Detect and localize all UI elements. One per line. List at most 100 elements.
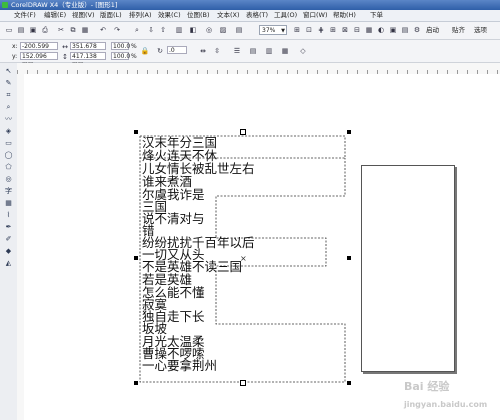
- polygon-tool-icon[interactable]: ⬠: [4, 163, 13, 172]
- watermark-url: jingyan.baidu.com: [404, 400, 488, 409]
- property-bar: x: -200.599 mm y: 152.096 mm ↔ 351.678 m…: [0, 40, 500, 68]
- ellipse-tool-icon[interactable]: ◯: [4, 151, 13, 160]
- mirror-horizontal-icon[interactable]: ⇹: [198, 46, 208, 56]
- shape-tool-icon[interactable]: ✎: [4, 79, 13, 88]
- view-manager-icon[interactable]: ▣: [388, 25, 398, 35]
- menu-file[interactable]: 文件(F): [14, 10, 36, 21]
- height-icon: ↕: [62, 53, 68, 61]
- to-back-icon[interactable]: ▦: [280, 46, 290, 56]
- title-bar: CorelDRAW X4（专业版）- [图形1]: [0, 0, 500, 10]
- outline-pen-icon[interactable]: ✐: [4, 235, 13, 244]
- menu-table[interactable]: 表格(T): [246, 10, 268, 21]
- menu-tools[interactable]: 工具(O): [274, 10, 297, 21]
- options-button[interactable]: 选项: [474, 25, 487, 35]
- print-icon[interactable]: ⎙: [40, 25, 50, 35]
- poem-line: 一心要拿荆州: [142, 358, 218, 373]
- baidu-jingyan-watermark: Bai 经验 jingyan.baidu.com: [402, 372, 498, 418]
- scale-y-input[interactable]: 100.0: [111, 52, 130, 60]
- menu-effects[interactable]: 效果(C): [158, 10, 181, 21]
- x-position-input[interactable]: -200.599 mm: [20, 42, 58, 58]
- menu-help[interactable]: 帮助(H): [333, 10, 356, 21]
- window-title: CorelDRAW X4（专业版）- [图形1]: [11, 1, 118, 9]
- snap-grid-icon[interactable]: ⋕: [316, 25, 326, 35]
- lock-ratio-icon[interactable]: 🔒: [140, 46, 150, 56]
- page-border: [361, 165, 455, 372]
- rotation-input[interactable]: .0: [167, 46, 187, 54]
- pick-tool-icon[interactable]: ↖: [4, 67, 13, 76]
- menu-bar: 文件(F) 编辑(E) 视图(V) 版面(L) 排列(A) 效果(C) 位图(B…: [0, 10, 500, 22]
- zoom-level-value: 37%: [262, 27, 276, 34]
- welcome-screen-icon[interactable]: ◧: [188, 25, 198, 35]
- crop-tool-icon[interactable]: ⌗: [4, 91, 13, 100]
- redo-icon[interactable]: ↷: [112, 25, 122, 35]
- corel-online-icon[interactable]: ◎: [204, 25, 214, 35]
- menu-layout[interactable]: 版面(L): [100, 10, 122, 21]
- interactive-fill-icon[interactable]: ◭: [4, 259, 13, 268]
- selection-handle-bottom-left[interactable]: [134, 381, 138, 385]
- menu-text[interactable]: 文本(X): [217, 10, 240, 21]
- selection-handle-bottom-right[interactable]: [347, 381, 351, 385]
- text-tool-icon[interactable]: 字: [4, 187, 13, 196]
- zoom-to-page-icon[interactable]: ⊞: [292, 25, 302, 35]
- to-front-icon[interactable]: ▥: [264, 46, 274, 56]
- import-icon[interactable]: ⇩: [146, 25, 156, 35]
- save-icon[interactable]: ▣: [28, 25, 38, 35]
- menu-window[interactable]: 窗口(W): [303, 10, 328, 21]
- scale-y-percent: %: [131, 53, 137, 60]
- new-document-icon[interactable]: ▭: [4, 25, 14, 35]
- layers-icon[interactable]: ▤: [400, 25, 410, 35]
- smart-fill-icon[interactable]: ◈: [4, 127, 13, 136]
- launch-button[interactable]: 启动: [426, 25, 439, 35]
- dynamic-guides-icon[interactable]: ⊟: [352, 25, 362, 35]
- scale-x-input[interactable]: 100.0: [111, 42, 130, 50]
- search-icon[interactable]: ⌕: [132, 25, 142, 35]
- publish-pdf-icon[interactable]: ▨: [218, 25, 228, 35]
- layout-icon[interactable]: ▤: [234, 25, 244, 35]
- open-folder-icon[interactable]: ▤: [16, 25, 26, 35]
- export-icon[interactable]: ⇧: [158, 25, 168, 35]
- selection-handle-bottom-center[interactable]: [240, 380, 246, 386]
- y-position-label: y:: [12, 53, 18, 60]
- fill-bucket-icon[interactable]: ◆: [4, 247, 13, 256]
- basic-shapes-icon[interactable]: ◎: [4, 175, 13, 184]
- snap-guides-icon[interactable]: ⊞: [328, 25, 338, 35]
- zoom-tool-icon[interactable]: ⌕: [4, 103, 13, 112]
- paste-icon[interactable]: ▦: [80, 25, 90, 35]
- rectangle-tool-icon[interactable]: ▭: [4, 139, 13, 148]
- application-launcher-icon[interactable]: ▥: [174, 25, 184, 35]
- text-wrap-icon[interactable]: ▤: [248, 46, 258, 56]
- menu-view[interactable]: 视图(V): [72, 10, 95, 21]
- interactive-blend-icon[interactable]: ⌇: [4, 211, 13, 220]
- scale-x-percent: %: [131, 43, 137, 50]
- menu-order[interactable]: 下单: [370, 10, 383, 21]
- coreldraw-app-icon: [2, 2, 8, 8]
- table-tool-icon[interactable]: ▦: [4, 199, 13, 208]
- freehand-tool-icon[interactable]: 〰: [4, 115, 13, 124]
- selection-handle-top-right[interactable]: [347, 130, 351, 134]
- snap-objects-icon[interactable]: ⊠: [340, 25, 350, 35]
- menu-edit[interactable]: 编辑(E): [44, 10, 66, 21]
- y-position-input[interactable]: 152.096 mm: [20, 52, 58, 68]
- undo-icon[interactable]: ↶: [98, 25, 108, 35]
- copy-icon[interactable]: ⧉: [68, 25, 78, 35]
- width-input[interactable]: 351.678 mm: [70, 42, 106, 58]
- selection-handle-top-left[interactable]: [134, 130, 138, 134]
- toolbar-settings-icon[interactable]: ⚙: [412, 25, 422, 35]
- color-settings-icon[interactable]: ◐: [376, 25, 386, 35]
- mirror-vertical-icon[interactable]: ⇳: [212, 46, 222, 56]
- print-merge-icon[interactable]: ▦: [364, 25, 374, 35]
- menu-bitmaps[interactable]: 位图(B): [187, 10, 210, 21]
- zoom-level-select[interactable]: 37% ▼: [259, 25, 287, 35]
- chevron-down-icon: ▼: [281, 28, 285, 34]
- selection-handle-top-center[interactable]: [240, 129, 246, 135]
- selection-handle-middle-left[interactable]: [134, 256, 138, 260]
- menu-arrange[interactable]: 排列(A): [129, 10, 152, 21]
- cut-icon[interactable]: ✂: [56, 25, 66, 35]
- full-screen-icon[interactable]: ⊡: [304, 25, 314, 35]
- convert-to-curves-icon[interactable]: ◇: [298, 46, 308, 56]
- selection-handle-middle-right[interactable]: [347, 256, 351, 260]
- align-icon[interactable]: ☰: [232, 46, 242, 56]
- snap-to-button[interactable]: 贴齐: [452, 25, 465, 35]
- height-input[interactable]: 417.138 mm: [70, 52, 106, 68]
- eyedropper-icon[interactable]: ✒: [4, 223, 13, 232]
